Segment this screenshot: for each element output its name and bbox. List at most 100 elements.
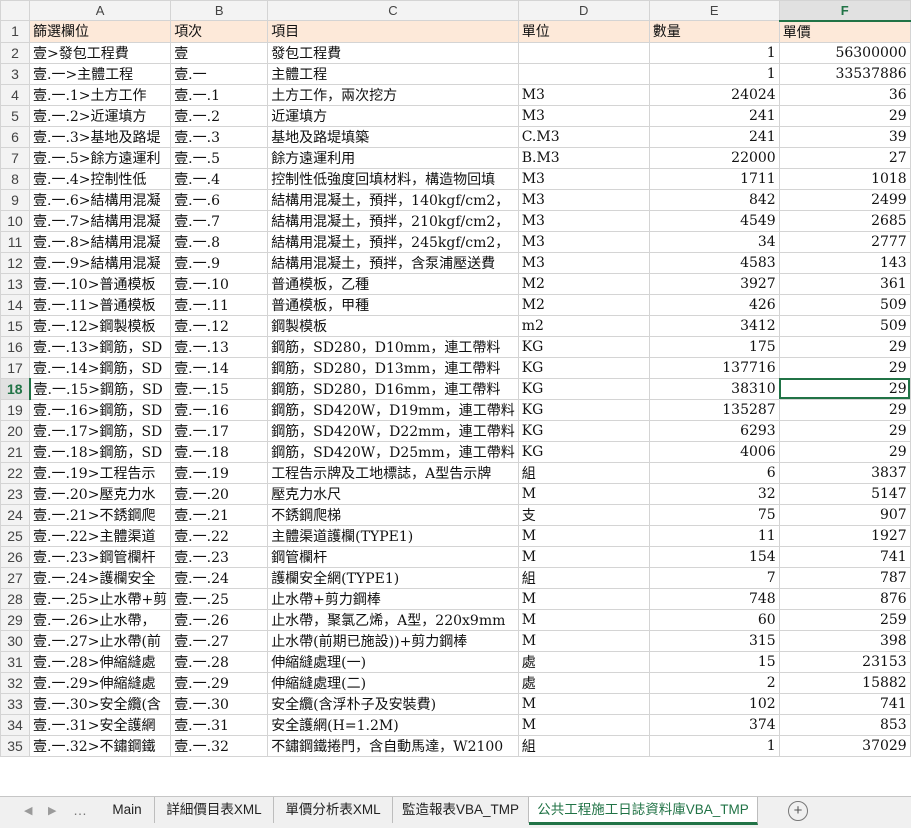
cell-a[interactable]: 壹.一.23>鋼管欄杆 [28, 545, 172, 568]
cell-e[interactable]: 34 [648, 230, 780, 253]
cell-d[interactable]: 處 [517, 650, 650, 673]
cell-f[interactable]: 876 [778, 587, 911, 610]
cell-a[interactable]: 壹.一.2>近運填方 [28, 104, 172, 127]
cell-d[interactable]: C.M3 [517, 125, 650, 148]
cell-e[interactable]: 2 [648, 671, 780, 694]
cell-d[interactable]: M3 [517, 104, 650, 127]
row-header[interactable]: 26 [0, 545, 30, 568]
cell-b[interactable]: 壹.一.28 [170, 650, 269, 673]
cell-a[interactable]: 壹.一.22>主體渠道 [28, 524, 172, 547]
row-header[interactable]: 5 [0, 104, 30, 127]
cell-c[interactable]: 安全纜(含浮朴子及安裝費) [267, 692, 519, 715]
cell-d[interactable]: M2 [517, 272, 650, 295]
cell-c[interactable]: 鋼筋，SD280，D16mm，連工帶料 [267, 377, 519, 400]
cell-d[interactable]: 組 [517, 461, 650, 484]
cell-c[interactable]: 結構用混凝土，預拌，140kgf/cm2， [267, 188, 519, 211]
cell-d[interactable] [517, 41, 650, 64]
row-header[interactable]: 1 [0, 20, 30, 43]
cell-a[interactable]: 壹.一.1>土方工作 [28, 83, 172, 106]
cell-c[interactable]: 不鏽鋼鐵捲門，含自動馬達，W2100 [267, 734, 519, 757]
scroll-tabs-left-icon[interactable]: ◀ [24, 804, 32, 817]
cell-e[interactable]: 154 [648, 545, 780, 568]
cell-d[interactable]: KG [517, 419, 650, 442]
add-sheet-icon[interactable]: + [788, 801, 808, 821]
cell-b[interactable]: 壹.一.11 [170, 293, 269, 316]
cell-d[interactable]: 支 [517, 503, 650, 526]
cell-a[interactable]: 壹.一.16>鋼筋，SD [28, 398, 172, 421]
row-header[interactable]: 2 [0, 41, 30, 64]
cell-a[interactable]: 壹.一.31>安全護網 [28, 713, 172, 736]
cell-b[interactable]: 壹.一.14 [170, 356, 269, 379]
row-header[interactable]: 14 [0, 293, 30, 316]
row-header[interactable]: 12 [0, 251, 30, 274]
cell-d[interactable]: M [517, 482, 650, 505]
cell-e[interactable]: 4006 [648, 440, 780, 463]
more-tabs-icon[interactable]: … [73, 802, 87, 818]
row-header[interactable]: 3 [0, 62, 30, 85]
cell-a[interactable]: 壹.一.29>伸縮縫處 [28, 671, 172, 694]
row-header[interactable]: 25 [0, 524, 30, 547]
cell-f[interactable]: 27 [778, 146, 911, 169]
cell-d[interactable]: M [517, 713, 650, 736]
cell-e[interactable]: 1 [648, 62, 780, 85]
cell-c[interactable]: 止水帶+剪力鋼棒 [267, 587, 519, 610]
cell-a[interactable]: 壹.一.3>基地及路堤 [28, 125, 172, 148]
cell-e[interactable]: 75 [648, 503, 780, 526]
row-header[interactable]: 35 [0, 734, 30, 757]
cell-b[interactable]: 壹.一.3 [170, 125, 269, 148]
cell-a[interactable]: 壹>發包工程費 [28, 41, 172, 64]
cell-b[interactable]: 壹.一.19 [170, 461, 269, 484]
cell-e[interactable]: 38310 [648, 377, 780, 400]
cell-e[interactable]: 1 [648, 41, 780, 64]
cell-c[interactable]: 結構用混凝土，預拌，245kgf/cm2， [267, 230, 519, 253]
cell-f[interactable]: 1018 [778, 167, 911, 190]
cell-b[interactable]: 壹.一.22 [170, 524, 269, 547]
cell-d[interactable]: M [517, 545, 650, 568]
cell-a[interactable]: 壹.一.18>鋼筋，SD [28, 440, 172, 463]
cell-b[interactable]: 壹.一 [170, 62, 269, 85]
cell-f[interactable]: 361 [778, 272, 911, 295]
cell-d[interactable]: m2 [517, 314, 650, 337]
cell-a[interactable]: 壹.一.14>鋼筋，SD [28, 356, 172, 379]
cell-c[interactable]: 鋼筋，SD280，D13mm，連工帶料 [267, 356, 519, 379]
cell-c[interactable]: 主體渠道護欄(TYPE1) [267, 524, 519, 547]
cell-e[interactable]: 60 [648, 608, 780, 631]
cell-f[interactable]: 單價 [778, 20, 911, 43]
cell-e[interactable]: 241 [648, 104, 780, 127]
cell-f[interactable]: 741 [778, 692, 911, 715]
cell-f[interactable]: 2499 [778, 188, 911, 211]
cell-d[interactable]: M3 [517, 230, 650, 253]
cell-c[interactable]: 鋼筋，SD280，D10mm，連工帶料 [267, 335, 519, 358]
cell-d[interactable]: KG [517, 335, 650, 358]
cell-a[interactable]: 壹.一.20>壓克力水 [28, 482, 172, 505]
cell-c[interactable]: 結構用混凝土，預拌，含泵浦壓送費 [267, 251, 519, 274]
column-header-f[interactable]: F [778, 0, 911, 22]
cell-b[interactable]: 壹.一.13 [170, 335, 269, 358]
cell-e[interactable]: 24024 [648, 83, 780, 106]
cell-f[interactable]: 29 [778, 398, 911, 421]
cell-b[interactable]: 壹.一.15 [170, 377, 269, 400]
cell-b[interactable]: 壹.一.12 [170, 314, 269, 337]
cell-d[interactable]: M [517, 608, 650, 631]
cell-c[interactable]: 基地及路堤填築 [267, 125, 519, 148]
row-header[interactable]: 7 [0, 146, 30, 169]
cell-e[interactable]: 11 [648, 524, 780, 547]
cell-a[interactable]: 壹.一>主體工程 [28, 62, 172, 85]
cell-e[interactable]: 4549 [648, 209, 780, 232]
cell-b[interactable]: 壹.一.2 [170, 104, 269, 127]
cell-a[interactable]: 篩選欄位 [28, 20, 172, 43]
spreadsheet-grid[interactable]: ABCDEF 1 篩選欄位 項次 項目 單位 數量 單價 2 壹>發包工程費壹發包工程費 1 563… [0, 0, 911, 796]
row-header[interactable]: 30 [0, 629, 30, 652]
cell-f[interactable]: 56300000 [778, 41, 911, 64]
cell-a[interactable]: 壹.一.21>不銹鋼爬 [28, 503, 172, 526]
row-header[interactable]: 31 [0, 650, 30, 673]
row-header[interactable]: 15 [0, 314, 30, 337]
cell-f[interactable]: 741 [778, 545, 911, 568]
cell-f[interactable]: 5147 [778, 482, 911, 505]
row-header[interactable]: 34 [0, 713, 30, 736]
cell-a[interactable]: 壹.一.19>工程告示 [28, 461, 172, 484]
cell-c[interactable]: 鋼筋，SD420W，D22mm，連工帶料 [267, 419, 519, 442]
cell-c[interactable]: 伸縮縫處理(二) [267, 671, 519, 694]
column-header-d[interactable]: D [517, 0, 650, 21]
row-header[interactable]: 17 [0, 356, 30, 379]
